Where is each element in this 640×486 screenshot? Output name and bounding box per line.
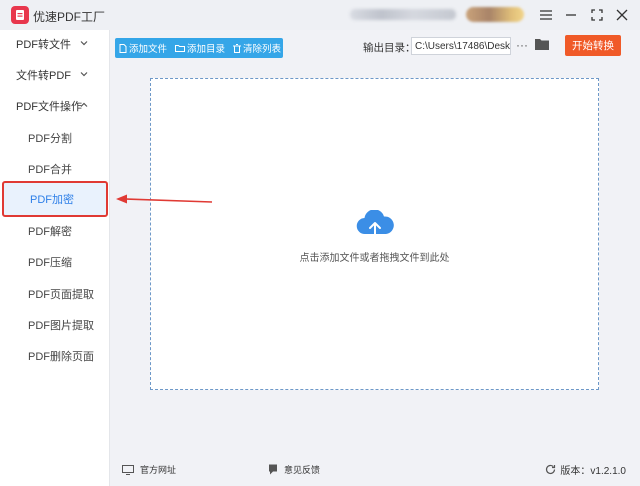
- blurred-account-info: [350, 9, 456, 20]
- sidebar-item-pdf-image-extract[interactable]: PDF图片提取: [0, 311, 108, 339]
- menu-icon[interactable]: [536, 5, 556, 25]
- chevron-down-icon: [80, 72, 88, 77]
- add-file-button[interactable]: 添加文件: [115, 38, 171, 58]
- sidebar-item-label: PDF页面提取: [28, 289, 94, 301]
- drop-hint-text: 点击添加文件或者拖拽文件到此处: [299, 253, 450, 264]
- sidebar-item-label: PDF压缩: [28, 257, 72, 269]
- title-bar: 优速PDF工厂: [0, 0, 640, 30]
- file-toolbar: 添加文件 添加目录 清除列表: [115, 38, 283, 58]
- output-path-field[interactable]: C:\Users\17486\Deskto: [411, 37, 511, 55]
- sidebar-item-pdf-decrypt[interactable]: PDF解密: [0, 217, 108, 245]
- file-drop-zone[interactable]: 点击添加文件或者拖拽文件到此处: [150, 78, 599, 390]
- sidebar-item-pdf-split[interactable]: PDF分割: [0, 124, 108, 152]
- website-label: 官方网址: [140, 465, 177, 475]
- chevron-up-icon: [80, 102, 88, 107]
- sidebar-item-label: PDF删除页面: [28, 351, 94, 363]
- sidebar-group-file-to-pdf[interactable]: 文件转PDF: [0, 61, 108, 89]
- version-info[interactable]: 版本：v1.2.1.0: [545, 462, 626, 477]
- chevron-down-icon: [80, 41, 88, 46]
- browse-more-button[interactable]: ···: [516, 38, 528, 52]
- sidebar: PDF转文件 文件转PDF PDF文件操作 PDF分割 PDF合并 PDF加密 …: [0, 30, 110, 486]
- feedback-icon: [269, 464, 277, 475]
- sidebar-item-label: PDF合并: [28, 164, 72, 176]
- sidebar-group-label: PDF转文件: [16, 39, 71, 51]
- sidebar-group-pdf-operations[interactable]: PDF文件操作: [0, 92, 108, 120]
- refresh-icon: [546, 464, 556, 475]
- official-website-link[interactable]: 官方网址: [122, 463, 176, 476]
- output-dir-label: 输出目录：: [363, 42, 416, 54]
- start-convert-button[interactable]: 开始转换: [565, 35, 621, 56]
- cloud-upload-icon: [356, 210, 394, 239]
- maximize-icon[interactable]: [587, 5, 607, 25]
- clear-list-label: 清除列表: [243, 44, 282, 55]
- version-label: 版本：v1.2.1.0: [560, 466, 626, 477]
- sidebar-item-label: PDF加密: [30, 194, 74, 206]
- sidebar-item-pdf-encrypt[interactable]: PDF加密: [2, 181, 108, 217]
- pdf-logo-icon: [11, 6, 29, 24]
- add-folder-button[interactable]: 添加目录: [171, 38, 229, 58]
- add-file-label: 添加文件: [129, 44, 168, 55]
- app-title: 优速PDF工厂: [33, 10, 106, 24]
- sidebar-group-pdf-to-file[interactable]: PDF转文件: [0, 30, 108, 58]
- sidebar-group-label: 文件转PDF: [16, 70, 71, 82]
- monitor-icon: [122, 464, 134, 475]
- minimize-icon[interactable]: [561, 5, 581, 25]
- clear-list-button[interactable]: 清除列表: [229, 38, 285, 58]
- sidebar-group-label: PDF文件操作: [16, 101, 82, 113]
- sidebar-item-label: PDF分割: [28, 133, 72, 145]
- sidebar-item-label: PDF解密: [28, 226, 72, 238]
- sidebar-item-pdf-page-extract[interactable]: PDF页面提取: [0, 280, 108, 308]
- folder-icon: [175, 45, 186, 52]
- trash-icon: [233, 43, 242, 53]
- file-icon: [119, 43, 127, 53]
- sidebar-item-pdf-compress[interactable]: PDF压缩: [0, 248, 108, 276]
- feedback-label: 意见反馈: [284, 465, 321, 475]
- sidebar-item-pdf-merge[interactable]: PDF合并: [0, 155, 108, 183]
- open-folder-icon[interactable]: [535, 38, 549, 53]
- add-folder-label: 添加目录: [187, 44, 226, 55]
- feedback-link[interactable]: 意见反馈: [268, 463, 320, 476]
- close-icon[interactable]: [612, 5, 632, 25]
- blurred-vip-badge[interactable]: [466, 7, 524, 22]
- sidebar-item-pdf-delete-pages[interactable]: PDF删除页面: [0, 342, 108, 370]
- sidebar-item-label: PDF图片提取: [28, 320, 94, 332]
